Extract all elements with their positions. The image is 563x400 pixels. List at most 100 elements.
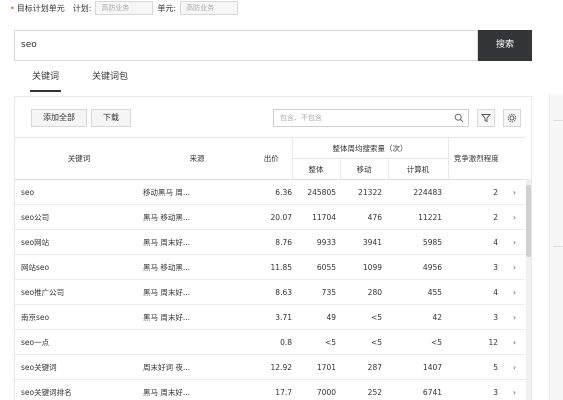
cell-competition: 4 xyxy=(448,279,505,305)
cell-bid: 12.92 xyxy=(251,354,292,380)
cell-bid: 0.8 xyxy=(251,329,292,355)
table-row[interactable]: seo 移动黑马 周... 6.36 245805 21322 224483 2… xyxy=(15,179,526,205)
target-title: 目标计划单元 xyxy=(16,3,65,13)
chevron-right-icon[interactable]: › xyxy=(504,279,526,305)
side-divider xyxy=(553,246,563,247)
search-icon[interactable] xyxy=(454,113,464,123)
col-header-keyword[interactable]: 关键词 xyxy=(15,137,143,180)
cell-pc: 11221 xyxy=(388,204,449,230)
cell-overall: 245805 xyxy=(292,179,340,205)
cell-bid: 8.76 xyxy=(251,229,292,255)
funnel-icon xyxy=(481,114,491,123)
keyword-results-panel: 添加全部 下载 包含、不包含 关键词 来源 出价 整体周均搜索量（次） 竞争激烈… xyxy=(14,96,532,400)
cell-keyword: 网站seo xyxy=(15,254,143,280)
table-row[interactable]: seo网站 黑马 周末好... 8.76 9933 3941 5985 4 › xyxy=(15,229,526,255)
cell-pc: 1407 xyxy=(388,354,449,380)
keyword-search-input[interactable]: seo xyxy=(14,30,478,61)
col-header-weekly-avg: 整体周均搜索量（次） xyxy=(291,137,449,159)
filter-placeholder: 包含、不包含 xyxy=(280,114,322,122)
side-divider xyxy=(553,120,563,121)
col-header-pc[interactable]: 计算机 xyxy=(387,158,449,180)
cell-overall: 11704 xyxy=(292,204,340,230)
cell-keyword: seo关键词 xyxy=(15,354,143,380)
cell-pc: 6741 xyxy=(388,379,449,400)
keyword-table: 关键词 来源 出价 整体周均搜索量（次） 竞争激烈程度 整体 移动 计算机 se… xyxy=(15,137,526,400)
col-header-competition[interactable]: 竞争激烈程度 xyxy=(448,137,505,180)
cell-source: 黑马 周末好... xyxy=(143,304,251,330)
chevron-right-icon[interactable]: › xyxy=(504,304,526,330)
cell-pc: 42 xyxy=(388,304,449,330)
cell-keyword: seo公司 xyxy=(15,204,143,230)
cell-mobile: 476 xyxy=(340,204,388,230)
table-row[interactable]: seo公司 黑马 移动黑... 20.07 11704 476 11221 2 … xyxy=(15,204,526,230)
required-bullet: • xyxy=(10,3,15,13)
cell-competition: 3 xyxy=(448,379,505,400)
cell-overall: 1701 xyxy=(292,354,340,380)
cell-overall: 9933 xyxy=(292,229,340,255)
table-row[interactable]: 网站seo 黑马 移动黑... 11.85 6055 1099 4956 3 › xyxy=(15,254,526,280)
cell-keyword: seo一点 xyxy=(15,329,143,355)
add-all-button[interactable]: 添加全部 xyxy=(31,109,87,127)
cell-competition: 3 xyxy=(448,254,505,280)
cell-pc: 4956 xyxy=(388,254,449,280)
table-row[interactable]: seo一点 0.8 <5 <5 <5 12 › xyxy=(15,329,526,355)
cell-overall: <5 xyxy=(292,329,340,355)
tab-keyword-package[interactable]: 关键词包 xyxy=(92,68,128,92)
cell-pc: <5 xyxy=(388,329,449,355)
chevron-right-icon[interactable]: › xyxy=(504,254,526,280)
chevron-right-icon[interactable]: › xyxy=(504,379,526,400)
cell-competition: 5 xyxy=(448,354,505,380)
target-title-group: • 目标计划单元 xyxy=(10,3,65,14)
chevron-right-icon[interactable]: › xyxy=(504,229,526,255)
table-row[interactable]: 南京seo 黑马 周末好... 3.71 49 <5 42 3 › xyxy=(15,304,526,330)
cell-competition: 3 xyxy=(448,304,505,330)
cell-source: 黑马 移动黑... xyxy=(143,254,251,280)
cell-source: 黑马 周末好... xyxy=(143,279,251,305)
cell-mobile: 280 xyxy=(340,279,388,305)
cell-keyword: seo网站 xyxy=(15,229,143,255)
cell-source xyxy=(143,329,251,355)
filter-input[interactable]: 包含、不包含 xyxy=(273,109,469,127)
cell-bid: 20.07 xyxy=(251,204,292,230)
plan-select[interactable]: 高防业务 xyxy=(95,1,154,15)
table-row[interactable]: seo推广公司 黑马 周末好... 8.63 735 280 455 4 › xyxy=(15,279,526,305)
chevron-right-icon[interactable]: › xyxy=(504,329,526,355)
cell-bid: 17.7 xyxy=(251,379,292,400)
cell-bid: 11.85 xyxy=(251,254,292,280)
table-row[interactable]: seo关键词排名 黑马 周末好... 17.7 7000 252 6741 3 … xyxy=(15,379,526,400)
col-header-overall[interactable]: 整体 xyxy=(291,158,340,180)
tab-bar: 关键词 关键词包 xyxy=(14,68,534,92)
cell-overall: 735 xyxy=(292,279,340,305)
table-row[interactable]: seo关键词 周末好词 夜... 12.92 1701 287 1407 5 › xyxy=(15,354,526,380)
settings-button[interactable] xyxy=(503,109,521,127)
chevron-right-icon[interactable]: › xyxy=(504,204,526,230)
download-button[interactable]: 下载 xyxy=(91,109,131,127)
cell-pc: 455 xyxy=(388,279,449,305)
cell-mobile: <5 xyxy=(340,304,388,330)
cell-source: 黑马 周末好... xyxy=(143,229,251,255)
cell-overall: 49 xyxy=(292,304,340,330)
tab-keywords[interactable]: 关键词 xyxy=(30,68,62,92)
unit-select[interactable]: 高防业务 xyxy=(180,1,239,15)
cell-overall: 6055 xyxy=(292,254,340,280)
cell-mobile: 287 xyxy=(340,354,388,380)
cell-pc: 5985 xyxy=(388,229,449,255)
col-header-bid[interactable]: 出价 xyxy=(251,137,292,180)
filter-button[interactable] xyxy=(477,109,495,127)
chevron-right-icon[interactable]: › xyxy=(504,179,526,205)
col-header-action xyxy=(504,137,526,180)
cell-keyword: seo xyxy=(15,179,143,205)
cell-mobile: 1099 xyxy=(340,254,388,280)
cell-source: 黑马 周末好... xyxy=(143,379,251,400)
cell-keyword: seo关键词排名 xyxy=(15,379,143,400)
search-button[interactable]: 搜索 xyxy=(478,30,532,61)
gear-icon xyxy=(507,113,517,123)
table-scrollbar-thumb[interactable] xyxy=(526,185,531,257)
col-header-mobile[interactable]: 移动 xyxy=(339,158,388,180)
chevron-right-icon[interactable]: › xyxy=(504,354,526,380)
cell-bid: 8.63 xyxy=(251,279,292,305)
results-toolbar: 添加全部 下载 包含、不包含 xyxy=(15,97,531,137)
cell-keyword: 南京seo xyxy=(15,304,143,330)
cell-source: 移动黑马 周... xyxy=(143,179,251,205)
cell-overall: 7000 xyxy=(292,379,340,400)
